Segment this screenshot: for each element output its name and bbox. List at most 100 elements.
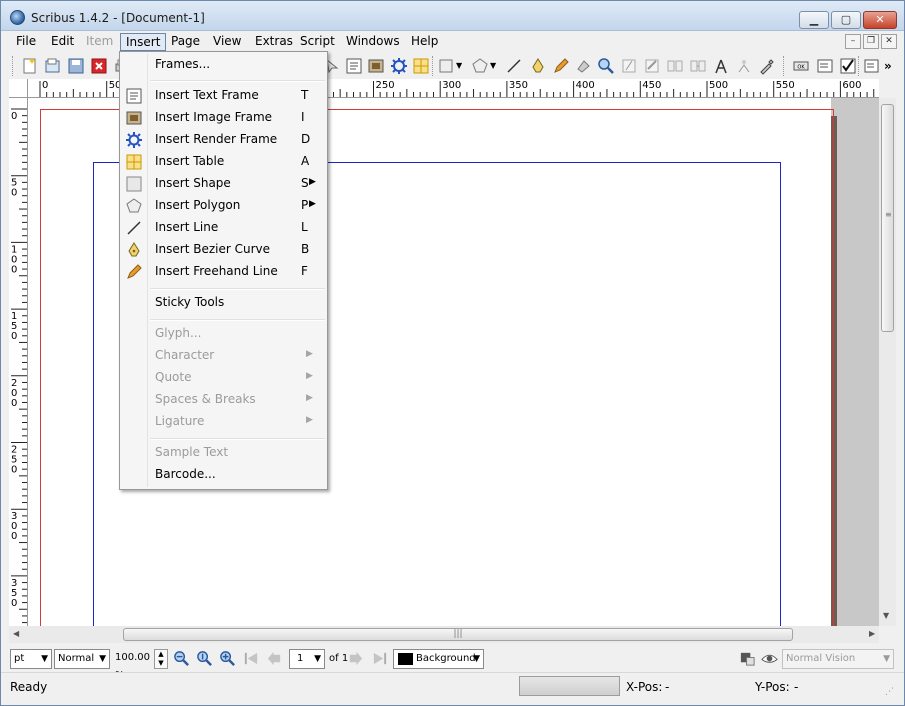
unit-select[interactable]: pt ▼ — [10, 649, 52, 669]
open-document-icon[interactable] — [44, 57, 62, 75]
menu-item-label: Sample Text — [155, 445, 229, 459]
menu-insert-render-frame[interactable]: Insert Render Frame D — [122, 129, 325, 151]
menu-extras[interactable]: Extras — [250, 33, 298, 51]
toolbar-table-icon[interactable] — [412, 57, 430, 75]
spin-down-icon[interactable]: ▼ — [155, 659, 167, 668]
copy-properties-icon[interactable] — [735, 57, 753, 75]
preview-color-icon[interactable] — [739, 650, 756, 667]
scroll-left-arrow-icon[interactable]: ◀ — [13, 629, 19, 638]
toolbar-separator — [783, 56, 785, 76]
menu-frames[interactable]: Frames... — [122, 54, 325, 76]
ruler-label: 300 — [442, 80, 461, 91]
next-page-icon[interactable] — [347, 650, 364, 667]
previous-page-icon[interactable] — [266, 650, 283, 667]
menu-barcode[interactable]: Barcode... — [122, 464, 325, 486]
menu-sticky-tools[interactable]: Sticky Tools — [122, 292, 325, 314]
scroll-right-arrow-icon[interactable]: ▶ — [869, 629, 875, 638]
scroll-down-arrow-icon[interactable]: ▼ — [883, 611, 889, 620]
pdf-text-field-icon[interactable] — [816, 57, 834, 75]
view-toolbar: pt ▼ Normal ▼ 100.00 % ▲▼ 1 ▼ of 1 — [1, 646, 904, 681]
close-button[interactable]: ✕ — [863, 11, 897, 29]
toolbar-image-frame-icon[interactable] — [367, 57, 385, 75]
menu-insert-table[interactable]: Insert Table A — [122, 151, 325, 173]
menu-file[interactable]: File — [11, 33, 41, 51]
menu-view[interactable]: View — [208, 33, 246, 51]
toolbar-separator — [858, 56, 860, 76]
vertical-scroll-thumb[interactable]: ≡ — [881, 104, 894, 332]
close-document-icon[interactable] — [90, 57, 108, 75]
page-number-select[interactable]: 1 ▼ — [289, 649, 325, 669]
toolbar-text-frame-icon[interactable] — [345, 57, 363, 75]
pdf-checkbox-icon[interactable] — [839, 57, 857, 75]
toolbar-polygon-icon[interactable] — [471, 57, 489, 75]
menu-insert-image-frame[interactable]: Insert Image Frame I — [122, 107, 325, 129]
menu-script[interactable]: Script — [295, 33, 340, 51]
rotate-item-icon[interactable] — [574, 57, 592, 75]
new-document-icon[interactable] — [21, 57, 39, 75]
eye-icon[interactable] — [761, 650, 778, 667]
maximize-button[interactable]: ▢ — [831, 11, 861, 29]
menu-insert-line[interactable]: Insert Line L — [122, 217, 325, 239]
horizontal-scrollbar[interactable]: ◀ ||| ▶ — [9, 626, 879, 643]
zoom-100-icon[interactable] — [196, 650, 213, 667]
svg-text:OK: OK — [797, 65, 805, 71]
menu-sample-text[interactable]: Sample Text — [122, 442, 325, 464]
toolbar-shape-icon[interactable] — [437, 57, 455, 75]
vertical-scrollbar[interactable]: ≡ ▼ — [879, 98, 896, 626]
menu-item-label: Insert Shape — [155, 176, 231, 190]
menu-help[interactable]: Help — [406, 33, 443, 51]
toolbar-bezier-icon[interactable] — [529, 57, 547, 75]
vision-select[interactable]: Normal Vision ▼ — [782, 649, 894, 669]
mdi-close-button[interactable]: ✕ — [881, 34, 897, 49]
first-page-icon[interactable] — [243, 650, 260, 667]
maximize-icon: ▢ — [840, 13, 852, 26]
vertical-ruler[interactable]: 050100150200250300350 — [9, 98, 28, 626]
toolbar-render-frame-icon[interactable] — [390, 57, 408, 75]
minimize-button[interactable]: ▁ — [799, 11, 829, 29]
last-page-icon[interactable] — [371, 650, 388, 667]
menu-edit[interactable]: Edit — [46, 33, 79, 51]
edit-text-icon[interactable] — [643, 57, 661, 75]
edit-contents-icon[interactable] — [620, 57, 638, 75]
pdf-list-box-icon[interactable] — [863, 57, 881, 75]
toolbar-overflow-chevron-icon[interactable]: » — [884, 57, 902, 75]
menu-insert-freehand-line[interactable]: Insert Freehand Line F — [122, 261, 325, 283]
unlink-frames-icon[interactable] — [689, 57, 707, 75]
menu-insert-polygon[interactable]: Insert Polygon P ▶ — [122, 195, 325, 217]
bezier-pen-icon — [128, 242, 140, 257]
menu-ligature[interactable]: Ligature ▶ — [122, 411, 325, 433]
menu-insert-shape[interactable]: Insert Shape S ▶ — [122, 173, 325, 195]
preview-mode-select[interactable]: Normal ▼ — [54, 649, 110, 669]
ruler-label: 0 — [11, 531, 17, 542]
menu-spaces-breaks[interactable]: Spaces & Breaks ▶ — [122, 389, 325, 411]
eyedropper-icon[interactable] — [758, 57, 776, 75]
zoom-in-icon[interactable] — [219, 650, 236, 667]
link-frames-icon[interactable] — [666, 57, 684, 75]
menu-glyph[interactable]: Glyph... — [122, 323, 325, 345]
toolbar-freehand-icon[interactable] — [552, 57, 570, 75]
menu-shortcut: I — [301, 110, 305, 124]
spin-up-icon[interactable]: ▲ — [155, 650, 167, 659]
save-document-icon[interactable] — [67, 57, 85, 75]
menu-insert-text-frame[interactable]: Insert Text Frame T — [122, 85, 325, 107]
menu-page[interactable]: Page — [166, 33, 205, 51]
toolbar-line-icon[interactable] — [505, 57, 523, 75]
menu-insert-bezier-curve[interactable]: Insert Bezier Curve B — [122, 239, 325, 261]
measurements-icon[interactable] — [712, 57, 730, 75]
pdf-push-button-icon[interactable]: OK — [792, 57, 810, 75]
zoom-icon[interactable] — [597, 57, 615, 75]
resize-grip-icon[interactable]: ⋰ — [885, 687, 894, 697]
zoom-out-icon[interactable] — [173, 650, 190, 667]
menu-character[interactable]: Character ▶ — [122, 345, 325, 367]
ruler-label: 0 — [11, 598, 17, 609]
zoom-spinner[interactable]: ▲ ▼ — [154, 649, 168, 669]
mdi-restore-button[interactable]: ❐ — [863, 34, 879, 49]
menu-item[interactable]: Item — [81, 33, 118, 51]
menu-windows[interactable]: Windows — [341, 33, 405, 51]
layer-select[interactable]: Background ▼ — [393, 649, 484, 669]
menu-insert[interactable]: Insert — [120, 33, 167, 51]
zoom-field[interactable]: 100.00 % — [112, 649, 154, 681]
horizontal-scroll-thumb[interactable]: ||| — [123, 628, 793, 641]
mdi-minimize-button[interactable]: – — [845, 34, 861, 49]
menu-quote[interactable]: Quote ▶ — [122, 367, 325, 389]
